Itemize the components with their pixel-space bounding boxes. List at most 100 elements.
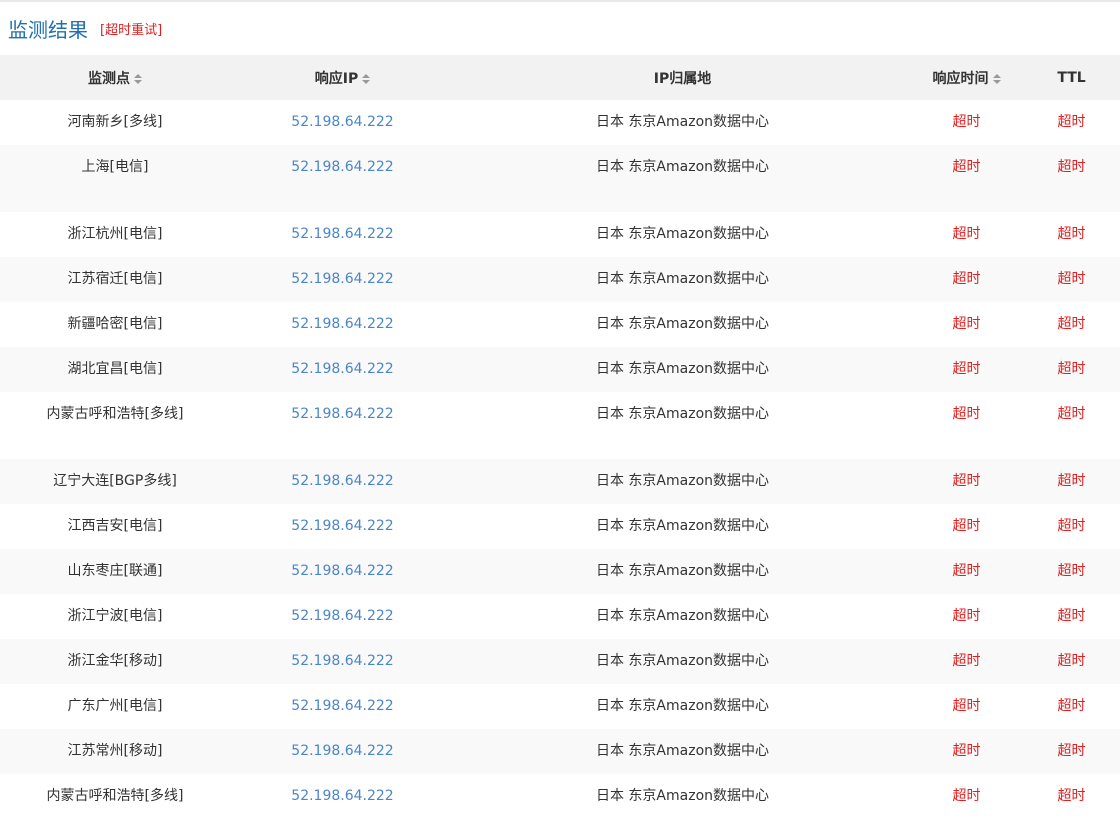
ttl-cell: 超时 xyxy=(1057,788,1086,804)
ttl-cell: 超时 xyxy=(1057,271,1086,287)
response-time-cell: 超时 xyxy=(952,608,981,624)
geo-cell: 日本 东京Amazon数据中心 xyxy=(595,226,770,242)
geo-cell: 日本 东京Amazon数据中心 xyxy=(595,608,770,624)
geo-cell: 日本 东京Amazon数据中心 xyxy=(595,653,770,669)
table-row: 浙江杭州[电信] 52.198.64.222 日本 东京Amazon数据中心 超时 超时 xyxy=(0,212,1120,257)
response-time-cell: 超时 xyxy=(952,271,981,287)
geo-cell: 日本 东京Amazon数据中心 xyxy=(595,361,770,377)
ttl-cell: 超时 xyxy=(1057,114,1086,130)
table-row: 江苏宿迁[电信] 52.198.64.222 日本 东京Amazon数据中心 超时 超时 xyxy=(0,257,1120,302)
ip-link[interactable]: 52.198.64.222 xyxy=(230,594,455,639)
ttl-cell: 超时 xyxy=(1057,698,1086,714)
table-row: 浙江金华[移动] 52.198.64.222 日本 东京Amazon数据中心 超时 超时 xyxy=(0,639,1120,684)
table-row: 山东枣庄[联通] 52.198.64.222 日本 东京Amazon数据中心 超时 超时 xyxy=(0,549,1120,594)
ip-link[interactable]: 52.198.64.222 xyxy=(230,504,455,549)
location-cell: 江西吉安[电信] xyxy=(67,518,163,534)
ip-link[interactable]: 52.198.64.222 xyxy=(230,774,455,819)
response-time-cell: 超时 xyxy=(952,518,981,534)
response-time-cell: 超时 xyxy=(952,406,981,422)
ttl-cell: 超时 xyxy=(1057,473,1086,489)
results-table: 监测点 响应IP IP归属地 响应时间 TTL 河南新乡[多线] 52.198.6… xyxy=(0,55,1120,819)
ip-link[interactable]: 52.198.64.222 xyxy=(230,549,455,594)
location-cell: 广东广州[电信] xyxy=(67,698,163,714)
table-row: 新疆哈密[电信] 52.198.64.222 日本 东京Amazon数据中心 超时 超时 xyxy=(0,302,1120,347)
column-header-label: IP归属地 xyxy=(653,70,712,87)
ip-link[interactable]: 52.198.64.222 xyxy=(230,302,455,347)
response-time-cell: 超时 xyxy=(952,361,981,377)
column-header-label: 响应时间 xyxy=(932,70,989,87)
ip-link[interactable]: 52.198.64.222 xyxy=(230,729,455,774)
column-header-location[interactable]: 监测点 xyxy=(0,55,230,100)
sort-icon[interactable] xyxy=(992,73,1001,84)
response-time-cell: 超时 xyxy=(952,788,981,804)
response-time-cell: 超时 xyxy=(952,316,981,332)
response-time-cell: 超时 xyxy=(952,653,981,669)
geo-cell: 日本 东京Amazon数据中心 xyxy=(595,563,770,579)
column-header-label: 监测点 xyxy=(88,70,130,87)
table-row: 内蒙古呼和浩特[多线] 52.198.64.222 日本 东京Amazon数据中心 超… xyxy=(0,392,1120,459)
ip-link[interactable]: 52.198.64.222 xyxy=(230,100,455,145)
geo-cell: 日本 东京Amazon数据中心 xyxy=(595,114,770,130)
column-header-geo: IP归属地 xyxy=(455,55,910,100)
ttl-cell: 超时 xyxy=(1057,608,1086,624)
geo-cell: 日本 东京Amazon数据中心 xyxy=(595,473,770,489)
location-cell: 内蒙古呼和浩特[多线] xyxy=(46,406,184,422)
location-cell: 江苏常州[移动] xyxy=(67,743,163,759)
location-cell: 浙江宁波[电信] xyxy=(67,608,163,624)
ttl-cell: 超时 xyxy=(1057,361,1086,377)
table-row: 河南新乡[多线] 52.198.64.222 日本 东京Amazon数据中心 超时 超时 xyxy=(0,100,1120,145)
response-time-cell: 超时 xyxy=(952,159,981,175)
ttl-cell: 超时 xyxy=(1057,316,1086,332)
ip-link[interactable]: 52.198.64.222 xyxy=(230,392,455,459)
ip-link[interactable]: 52.198.64.222 xyxy=(230,459,455,504)
column-header-ip[interactable]: 响应IP xyxy=(230,55,455,100)
geo-cell: 日本 东京Amazon数据中心 xyxy=(595,698,770,714)
location-cell: 上海[电信] xyxy=(81,159,149,175)
response-time-cell: 超时 xyxy=(952,698,981,714)
ip-link[interactable]: 52.198.64.222 xyxy=(230,145,455,212)
geo-cell: 日本 东京Amazon数据中心 xyxy=(595,316,770,332)
ip-link[interactable]: 52.198.64.222 xyxy=(230,212,455,257)
sort-icon[interactable] xyxy=(134,73,142,84)
response-time-cell: 超时 xyxy=(952,226,981,242)
location-cell: 山东枣庄[联通] xyxy=(67,563,163,579)
ttl-cell: 超时 xyxy=(1057,743,1086,759)
ttl-cell: 超时 xyxy=(1057,159,1086,175)
ttl-cell: 超时 xyxy=(1057,406,1086,422)
timeout-retry-link[interactable]: [超时重试] xyxy=(100,19,162,38)
location-cell: 内蒙古呼和浩特[多线] xyxy=(46,788,184,804)
table-row: 江苏常州[移动] 52.198.64.222 日本 东京Amazon数据中心 超时 超时 xyxy=(0,729,1120,774)
result-header: 监测结果 [超时重试] xyxy=(0,2,1120,55)
table-row: 广东广州[电信] 52.198.64.222 日本 东京Amazon数据中心 超时 超时 xyxy=(0,684,1120,729)
ip-link[interactable]: 52.198.64.222 xyxy=(230,257,455,302)
ttl-cell: 超时 xyxy=(1057,226,1086,242)
geo-cell: 日本 东京Amazon数据中心 xyxy=(595,271,770,287)
table-row: 内蒙古呼和浩特[多线] 52.198.64.222 日本 东京Amazon数据中心 超… xyxy=(0,774,1120,819)
geo-cell: 日本 东京Amazon数据中心 xyxy=(595,159,770,175)
ip-link[interactable]: 52.198.64.222 xyxy=(230,639,455,684)
location-cell: 湖北宜昌[电信] xyxy=(67,361,163,377)
geo-cell: 日本 东京Amazon数据中心 xyxy=(595,406,770,422)
geo-cell: 日本 东京Amazon数据中心 xyxy=(595,743,770,759)
ip-link[interactable]: 52.198.64.222 xyxy=(230,347,455,392)
table-row: 辽宁大连[BGP多线] 52.198.64.222 日本 东京Amazon数据中心 超… xyxy=(0,459,1120,504)
location-cell: 江苏宿迁[电信] xyxy=(67,271,163,287)
column-header-response-time[interactable]: 响应时间 xyxy=(910,55,1023,100)
table-header-row: 监测点 响应IP IP归属地 响应时间 TTL xyxy=(0,55,1120,100)
ttl-cell: 超时 xyxy=(1057,563,1086,579)
location-cell: 浙江金华[移动] xyxy=(67,653,163,669)
response-time-cell: 超时 xyxy=(952,473,981,489)
table-row: 湖北宜昌[电信] 52.198.64.222 日本 东京Amazon数据中心 超时 超时 xyxy=(0,347,1120,392)
geo-cell: 日本 东京Amazon数据中心 xyxy=(595,518,770,534)
table-row: 上海[电信] 52.198.64.222 日本 东京Amazon数据中心 超时 超时 xyxy=(0,145,1120,212)
location-cell: 新疆哈密[电信] xyxy=(67,316,163,332)
ttl-cell: 超时 xyxy=(1057,518,1086,534)
ip-link[interactable]: 52.198.64.222 xyxy=(230,684,455,729)
location-cell: 浙江杭州[电信] xyxy=(67,226,163,242)
geo-cell: 日本 东京Amazon数据中心 xyxy=(595,788,770,804)
sort-icon[interactable] xyxy=(362,73,371,84)
column-header-label: 响应IP xyxy=(314,70,359,87)
location-cell: 河南新乡[多线] xyxy=(67,114,163,130)
ttl-cell: 超时 xyxy=(1057,653,1086,669)
response-time-cell: 超时 xyxy=(952,743,981,759)
